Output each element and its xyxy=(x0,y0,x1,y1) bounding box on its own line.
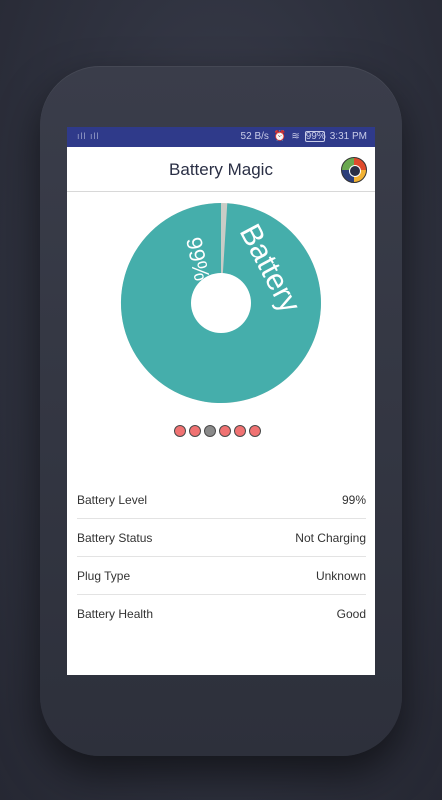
battery-icon: 99% xyxy=(304,131,326,142)
info-value: Not Charging xyxy=(295,530,366,545)
screen: ıll ıll 52 B/s ⏰ ≋ 99% 3:31 PM Battery M… xyxy=(67,127,375,675)
battery-pie-chart[interactable]: 99% Battery xyxy=(119,201,323,405)
info-label: Battery Status xyxy=(77,530,153,545)
page-dot[interactable] xyxy=(249,425,261,437)
page-indicator xyxy=(174,425,261,437)
battery-info-list: Battery Level 99% Battery Status Not Chargi… xyxy=(77,481,366,632)
info-row: Plug Type Unknown xyxy=(77,557,366,595)
network-speed: 52 B/s xyxy=(240,131,269,142)
info-row: Battery Level 99% xyxy=(77,481,366,519)
info-value: 99% xyxy=(341,492,366,507)
page-dot[interactable] xyxy=(189,425,201,437)
info-label: Battery Health xyxy=(77,606,154,621)
info-row: Battery Status Not Charging xyxy=(77,519,366,557)
info-row: Battery Health Good xyxy=(77,595,366,632)
pie-hole xyxy=(191,273,251,333)
wifi-icon: ≋ xyxy=(291,131,300,142)
page-dot[interactable] xyxy=(219,425,231,437)
status-bar: ıll ıll 52 B/s ⏰ ≋ 99% 3:31 PM xyxy=(67,127,375,147)
app-title: Battery Magic xyxy=(169,160,273,179)
info-label: Battery Level xyxy=(77,492,148,507)
info-value: Good xyxy=(336,606,366,621)
clock: 3:31 PM xyxy=(329,131,367,142)
app-bar: Battery Magic xyxy=(67,147,375,192)
info-value: Unknown xyxy=(315,568,366,583)
page-dot[interactable] xyxy=(174,425,186,437)
signal-icon: ıll ıll xyxy=(77,131,100,141)
app-logo-icon[interactable] xyxy=(341,157,367,183)
page-dot[interactable] xyxy=(204,425,216,437)
info-label: Plug Type xyxy=(77,568,131,583)
page-dot[interactable] xyxy=(234,425,246,437)
alarm-icon: ⏰ xyxy=(273,131,287,142)
